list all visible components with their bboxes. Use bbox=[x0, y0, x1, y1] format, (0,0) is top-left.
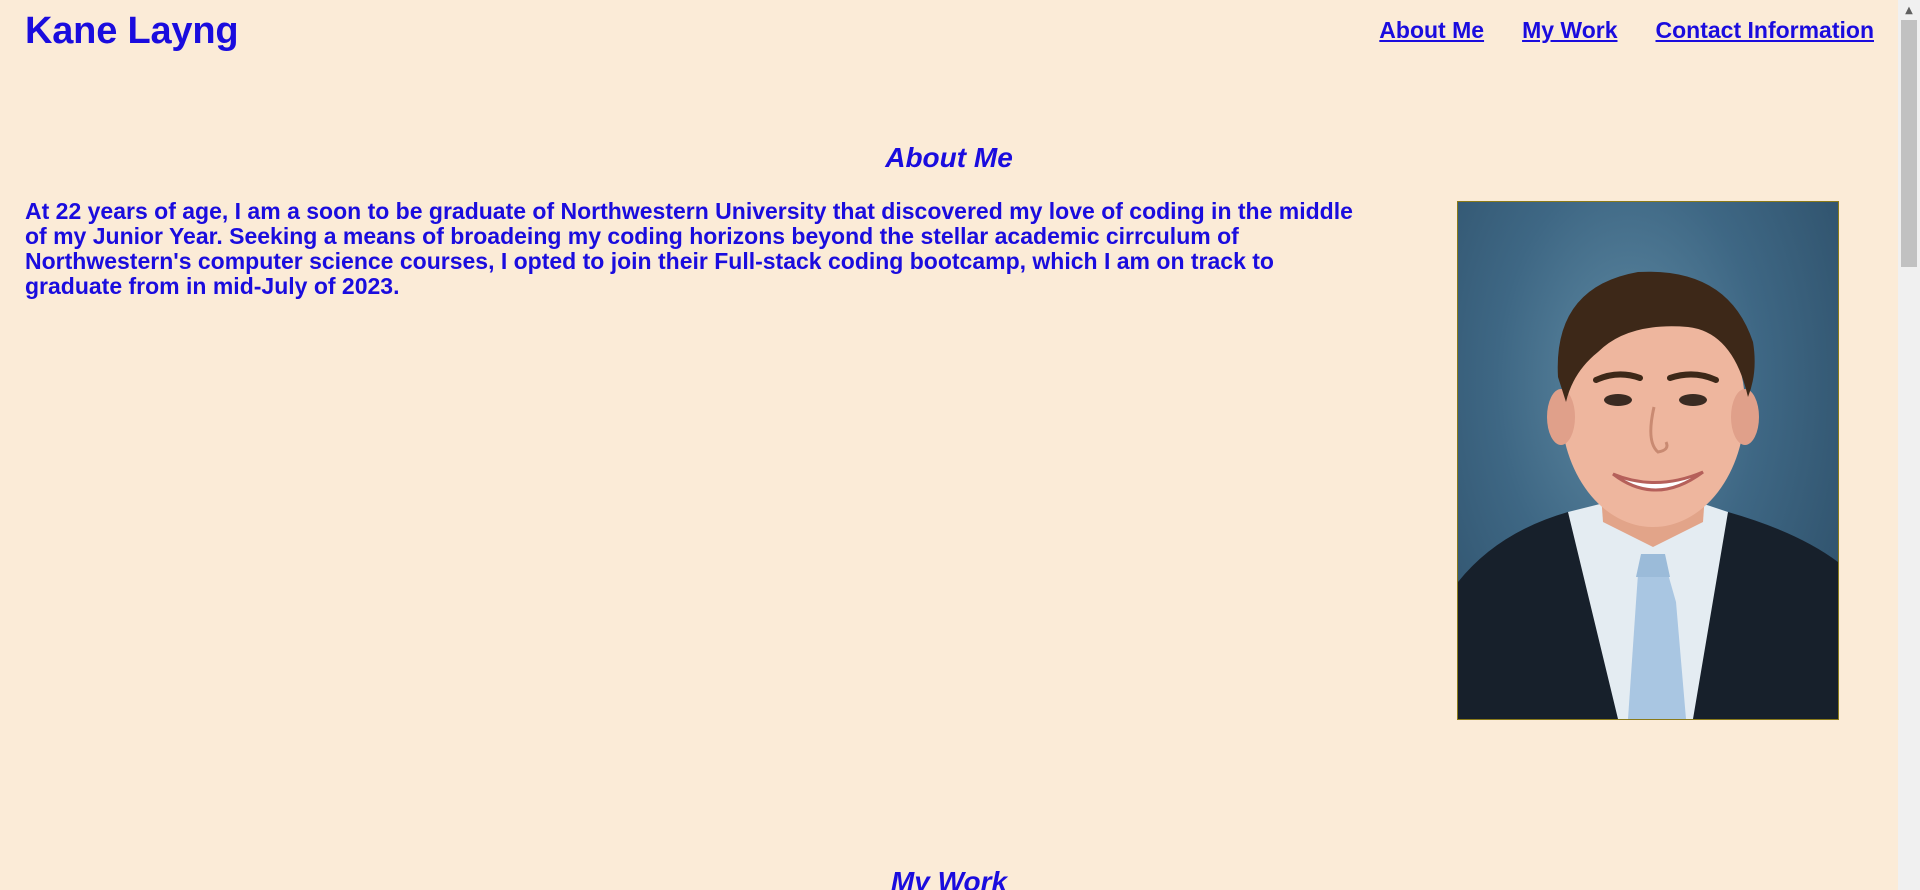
my-work-section-title: My Work bbox=[890, 866, 1008, 890]
profile-photo bbox=[1457, 201, 1839, 720]
about-section-title: About Me bbox=[885, 142, 1013, 173]
portrait-illustration bbox=[1458, 271, 1838, 719]
page: Kane Layng About Me My Work Contact Info… bbox=[0, 0, 1898, 890]
nav-link-contact-information[interactable]: Contact Information bbox=[1656, 17, 1875, 44]
scrollbar-thumb[interactable] bbox=[1901, 20, 1917, 267]
scroll-up-arrow-icon[interactable]: ▲ bbox=[1898, 0, 1920, 20]
nav-link-my-work[interactable]: My Work bbox=[1522, 17, 1617, 44]
site-header: Kane Layng About Me My Work Contact Info… bbox=[0, 0, 1898, 80]
site-title: Kane Layng bbox=[25, 10, 239, 52]
nav-link-about-me[interactable]: About Me bbox=[1379, 17, 1484, 44]
main-nav: About Me My Work Contact Information bbox=[1379, 17, 1874, 44]
about-paragraph: At 22 years of age, I am a soon to be gr… bbox=[25, 198, 1353, 299]
vertical-scrollbar[interactable]: ▲ bbox=[1898, 0, 1920, 890]
